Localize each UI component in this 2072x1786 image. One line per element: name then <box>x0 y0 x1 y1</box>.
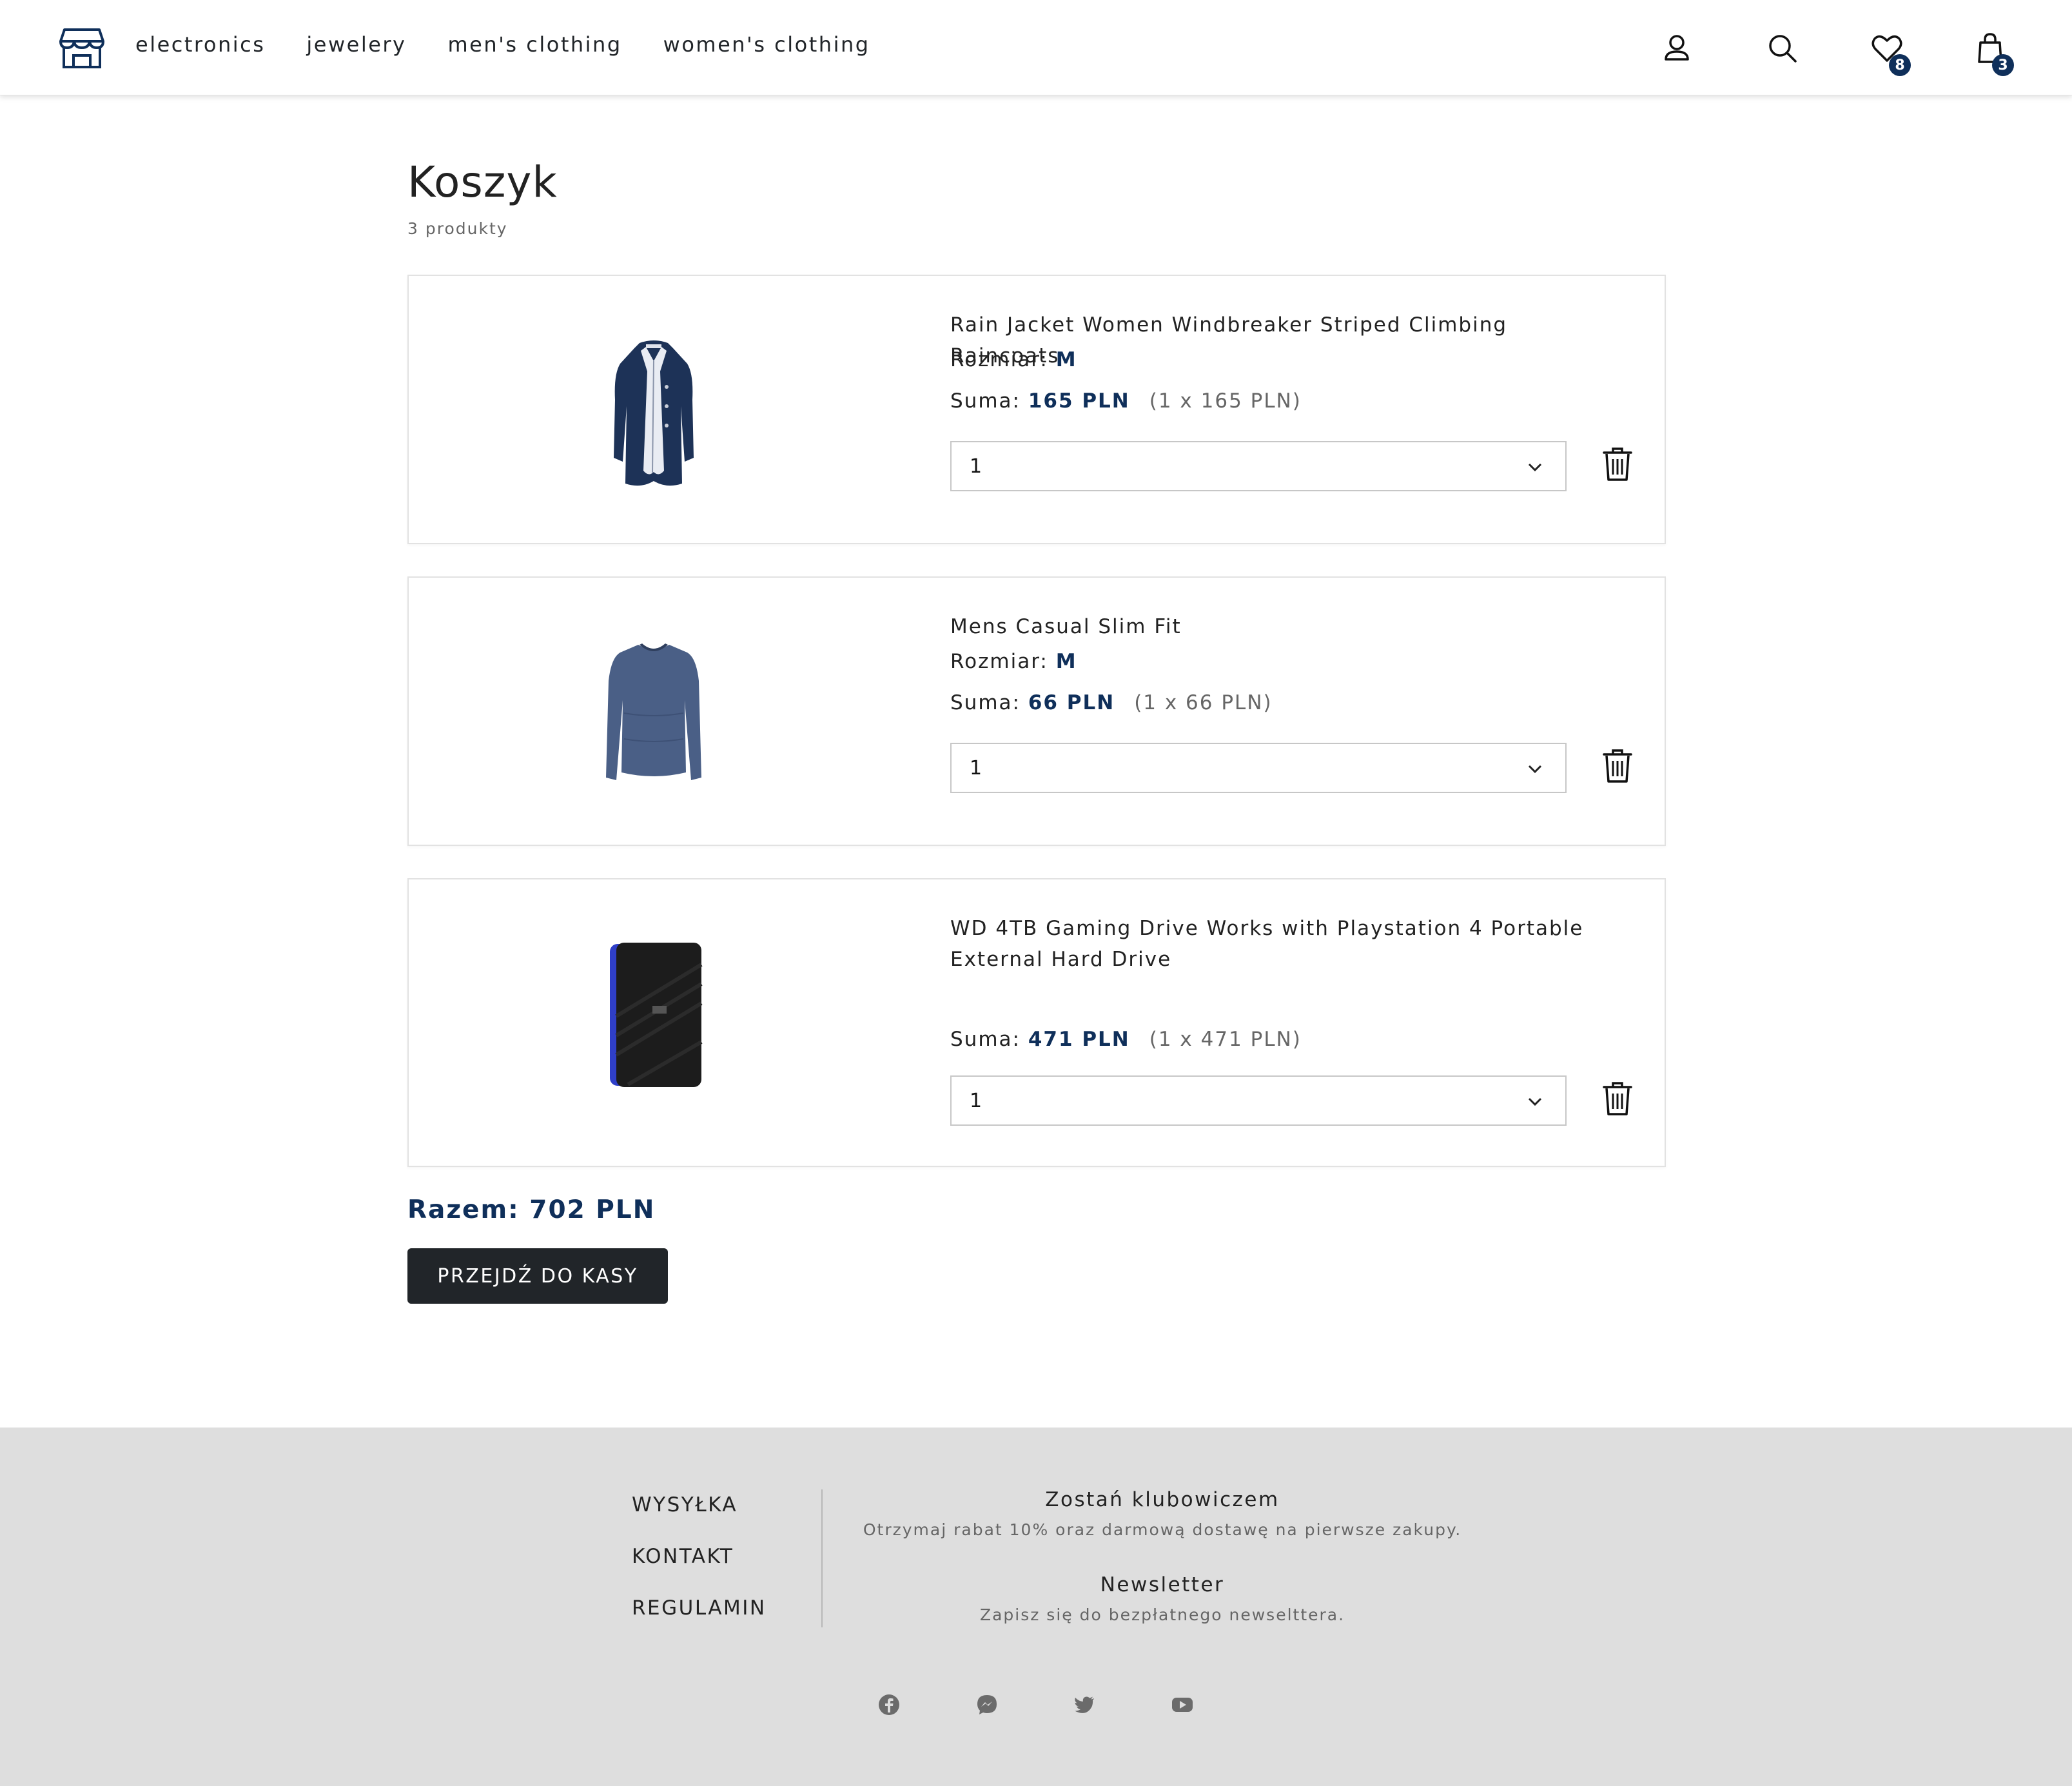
quantity-select[interactable]: 1 <box>950 743 1567 793</box>
sum-label: Suma: <box>950 691 1021 714</box>
newsletter-section: Newsletter Zapisz się do bezpłatnego new… <box>838 1573 1487 1624</box>
sum-label: Suma: <box>950 1028 1021 1051</box>
sum-label: Suma: <box>950 389 1021 413</box>
wishlist-count-badge: 8 <box>1889 54 1911 76</box>
size-value: M <box>1055 650 1077 673</box>
product-sum: Suma: 165 PLN (1 x 165 PLN) <box>950 389 1302 413</box>
nav-womens-clothing[interactable]: women's clothing <box>663 32 870 57</box>
unit-price: (1 x 165 PLN) <box>1149 389 1302 413</box>
user-icon[interactable] <box>1658 30 1696 67</box>
product-image-sweater[interactable] <box>602 636 705 790</box>
quantity-select[interactable]: 1 <box>950 441 1567 491</box>
quantity-value: 1 <box>970 455 984 478</box>
size-value: M <box>1055 348 1077 371</box>
product-name[interactable]: Mens Casual Slim Fit <box>950 611 1608 642</box>
product-sum: Suma: 471 PLN (1 x 471 PLN) <box>950 1028 1302 1051</box>
search-icon[interactable] <box>1764 30 1801 67</box>
product-image-hard-drive[interactable] <box>602 939 705 1094</box>
footer: WYSYŁKA KONTAKT REGULAMIN Zostań klubowi… <box>0 1428 2072 1786</box>
cart-button[interactable]: 3 <box>1971 30 2014 76</box>
chevron-down-icon <box>1528 765 1542 774</box>
nav-jewelery[interactable]: jewelery <box>306 32 406 57</box>
size-label: Rozmiar: <box>950 650 1048 673</box>
product-size: Rozmiar: M <box>950 650 1077 673</box>
chevron-down-icon <box>1528 463 1542 472</box>
quantity-select[interactable]: 1 <box>950 1075 1567 1126</box>
club-text: Otrzymaj rabat 10% oraz darmową dostawę … <box>863 1520 1462 1539</box>
footer-links: WYSYŁKA KONTAKT REGULAMIN <box>632 1493 767 1648</box>
page-title: Koszyk <box>407 157 558 207</box>
club-section: Zostań klubowiczem Otrzymaj rabat 10% or… <box>838 1488 1487 1539</box>
quantity-value: 1 <box>970 757 984 780</box>
youtube-icon[interactable] <box>1171 1693 1194 1716</box>
facebook-icon[interactable] <box>877 1693 901 1716</box>
cart-item: Mens Casual Slim Fit Rozmiar: M Suma: 66… <box>407 576 1666 846</box>
footer-link-shipping[interactable]: WYSYŁKA <box>632 1493 767 1545</box>
sum-value: 471 PLN <box>1028 1028 1130 1051</box>
product-sum: Suma: 66 PLN (1 x 66 PLN) <box>950 691 1273 714</box>
sum-value: 66 PLN <box>1028 691 1115 714</box>
product-image-jacket[interactable] <box>602 335 705 490</box>
cart-item: Rain Jacket Women Windbreaker Striped Cl… <box>407 275 1666 544</box>
sum-value: 165 PLN <box>1028 389 1130 413</box>
trash-icon[interactable] <box>1601 446 1634 482</box>
footer-divider <box>821 1489 823 1627</box>
unit-price: (1 x 66 PLN) <box>1134 691 1273 714</box>
newsletter-title[interactable]: Newsletter <box>838 1573 1487 1596</box>
footer-link-contact[interactable]: KONTAKT <box>632 1545 767 1596</box>
trash-icon[interactable] <box>1601 1081 1634 1117</box>
nav-mens-clothing[interactable]: men's clothing <box>447 32 621 57</box>
wishlist-button[interactable]: 8 <box>1868 30 1911 76</box>
quantity-value: 1 <box>970 1090 984 1112</box>
size-label: Rozmiar: <box>950 348 1048 371</box>
cart-total: Razem: 702 PLN <box>407 1195 656 1224</box>
chevron-down-icon <box>1528 1097 1542 1106</box>
checkout-button[interactable]: PRZEJDŹ DO KASY <box>407 1248 668 1304</box>
unit-price: (1 x 471 PLN) <box>1149 1028 1302 1051</box>
category-nav: electronics jewelery men's clothing wome… <box>135 32 870 57</box>
trash-icon[interactable] <box>1601 748 1634 784</box>
newsletter-text: Zapisz się do bezpłatnego newselttera. <box>979 1605 1345 1624</box>
cart-item-count: 3 produkty <box>407 219 508 238</box>
club-title[interactable]: Zostań klubowiczem <box>838 1488 1487 1511</box>
footer-link-terms[interactable]: REGULAMIN <box>632 1596 767 1648</box>
twitter-icon[interactable] <box>1073 1693 1096 1716</box>
top-navbar: electronics jewelery men's clothing wome… <box>0 0 2072 95</box>
nav-electronics[interactable]: electronics <box>135 32 265 57</box>
product-name[interactable]: WD 4TB Gaming Drive Works with Playstati… <box>950 913 1608 975</box>
messenger-icon[interactable] <box>975 1693 999 1716</box>
cart-count-badge: 3 <box>1992 54 2014 76</box>
store-icon[interactable] <box>58 27 106 70</box>
product-size: Rozmiar: M <box>950 348 1077 371</box>
cart-item: WD 4TB Gaming Drive Works with Playstati… <box>407 878 1666 1167</box>
